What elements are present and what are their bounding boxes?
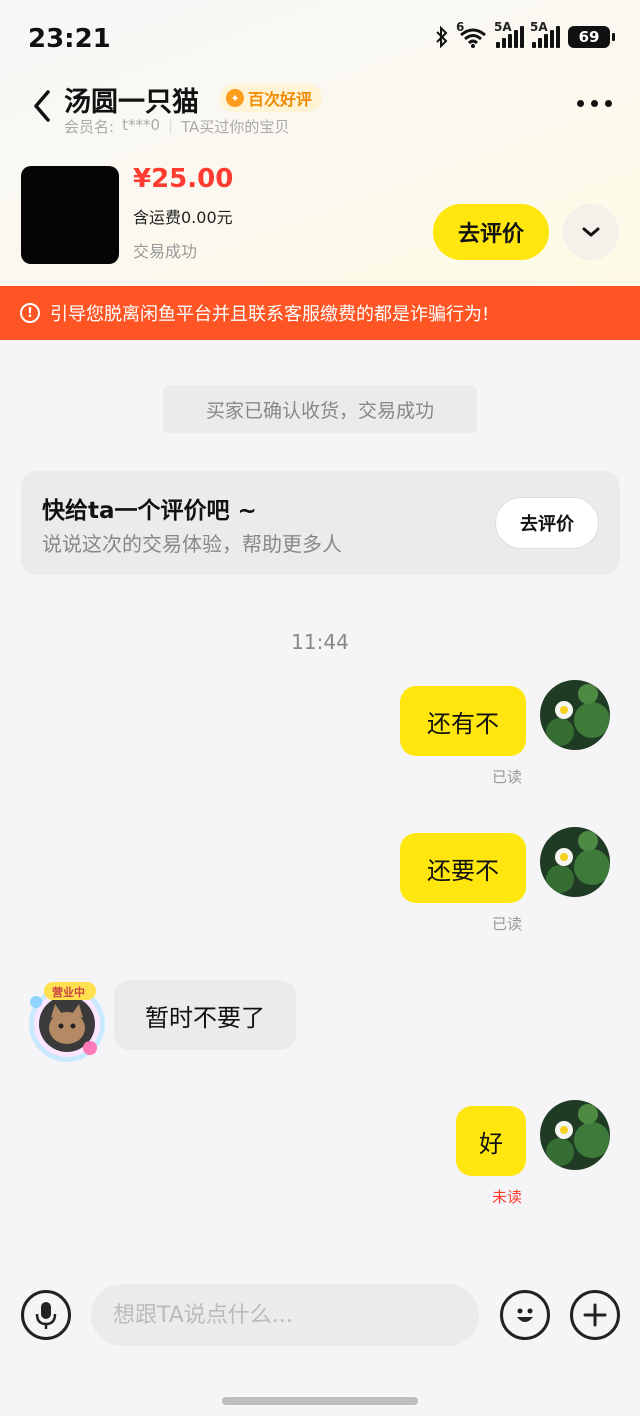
avatar-tag: 营业中 — [52, 986, 85, 999]
battery-icon: 69 — [568, 26, 615, 48]
signal-label-2: 5A — [530, 20, 548, 34]
chat-header: 汤圆一只猫 ✦ 百次好评 会员名: t***0 | TA买过你的宝贝 — [0, 80, 640, 140]
status-icons: 6 5A 5A 69 — [434, 20, 615, 48]
rating-subtitle: 说说这次的交易体验，帮助更多人 — [42, 532, 342, 556]
home-indicator[interactable] — [222, 1397, 418, 1405]
message-bubble-sent[interactable]: 好 — [456, 1106, 526, 1176]
shipping-fee: 含运费0.00元 — [133, 208, 233, 227]
status-time: 23:21 — [28, 24, 111, 54]
message-bubble-sent[interactable]: 还要不 — [400, 833, 526, 903]
input-bar — [0, 1270, 640, 1360]
product-card: ¥25.00 含运费0.00元 交易成功 去评价 — [0, 160, 640, 270]
more-options-button[interactable] — [577, 100, 612, 107]
fraud-warning-banner: ! 引导您脱离闲鱼平台并且联系客服缴费的都是诈骗行为! — [0, 286, 640, 340]
medal-icon: ✦ — [226, 89, 244, 107]
bought-note: TA买过你的宝贝 — [181, 118, 290, 136]
voice-button[interactable] — [21, 1290, 71, 1340]
back-arrow-icon[interactable] — [28, 86, 58, 126]
chevron-down-icon — [582, 227, 600, 237]
warning-text: 引导您脱离闲鱼平台并且联系客服缴费的都是诈骗行为! — [50, 304, 490, 325]
my-avatar[interactable] — [540, 827, 610, 897]
my-avatar[interactable] — [540, 680, 610, 750]
signal-icon: 5A — [494, 20, 524, 48]
member-name: t***0 — [122, 116, 160, 134]
member-info: 会员名: t***0 | TA买过你的宝贝 — [64, 116, 289, 137]
message-bubble-sent[interactable]: 还有不 — [400, 686, 526, 756]
unread-status: 未读 — [492, 1188, 523, 1206]
divider: | — [168, 116, 174, 134]
member-label: 会员名: — [64, 118, 115, 136]
rating-prompt-card: 快给ta一个评价吧 ~ 说说这次的交易体验，帮助更多人 去评价 — [21, 471, 620, 575]
read-status: 已读 — [492, 915, 523, 933]
emoji-icon — [517, 1308, 533, 1322]
rating-badge: ✦ 百次好评 — [220, 84, 323, 112]
badge-label: 百次好评 — [248, 90, 313, 109]
alert-icon: ! — [20, 303, 40, 323]
plus-icon — [583, 1303, 607, 1327]
rating-title: 快给ta一个评价吧 ~ — [42, 498, 257, 524]
message-timestamp: 11:44 — [291, 630, 349, 654]
microphone-icon — [35, 1302, 57, 1329]
my-avatar[interactable] — [540, 1100, 610, 1170]
rate-button[interactable]: 去评价 — [495, 497, 599, 549]
signal-label: 5A — [494, 20, 512, 34]
more-dot — [577, 100, 584, 107]
wifi-icon: 6 — [456, 20, 488, 48]
read-status: 已读 — [492, 768, 523, 786]
message-bubble-received[interactable]: 暂时不要了 — [114, 980, 296, 1050]
contact-avatar[interactable]: 营业中 — [24, 978, 110, 1064]
review-button[interactable]: 去评价 — [433, 204, 549, 260]
deal-status: 交易成功 — [133, 242, 198, 261]
signal-icon-2: 5A — [530, 20, 560, 48]
product-thumbnail[interactable] — [21, 166, 119, 264]
plus-button[interactable] — [570, 1290, 620, 1340]
emoji-button[interactable] — [500, 1290, 550, 1340]
wifi-label: 6 — [456, 20, 465, 34]
expand-button[interactable] — [563, 204, 619, 260]
system-notice: 买家已确认收货，交易成功 — [163, 385, 477, 433]
product-price: ¥25.00 — [133, 164, 234, 194]
more-dot — [605, 100, 612, 107]
page-title[interactable]: 汤圆一只猫 — [64, 80, 199, 119]
bluetooth-icon — [436, 26, 448, 48]
message-input[interactable] — [91, 1284, 479, 1346]
more-dot — [591, 100, 598, 107]
status-bar: 23:21 6 5A 5A 69 — [0, 0, 640, 80]
